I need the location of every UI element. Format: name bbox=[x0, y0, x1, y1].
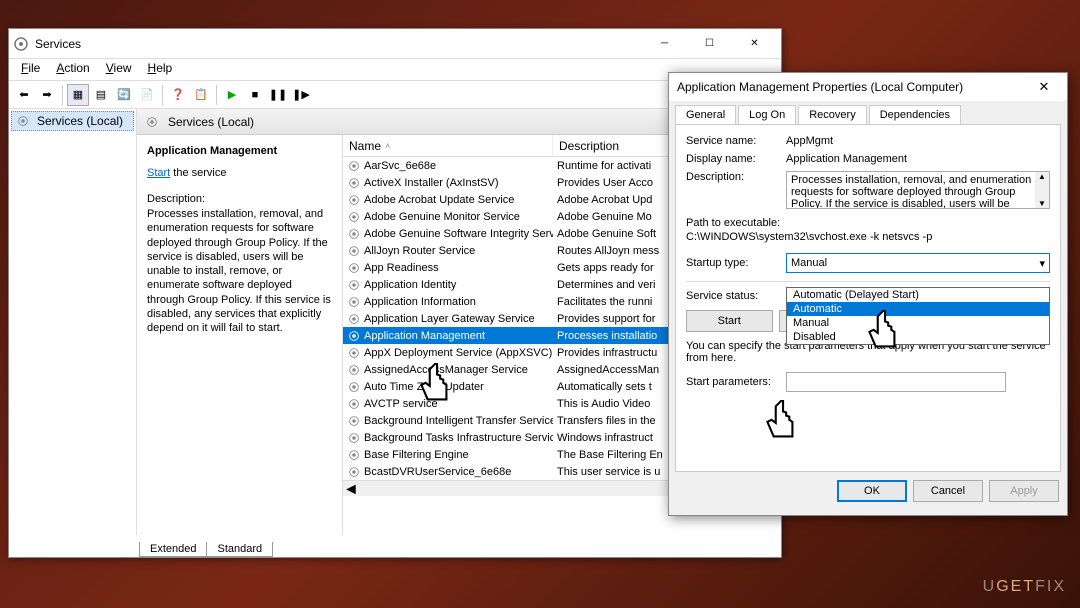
service-status-label: Service status: bbox=[686, 290, 786, 302]
tree-services-local[interactable]: Services (Local) bbox=[11, 111, 134, 131]
tree-pane: Services (Local) bbox=[9, 109, 137, 535]
maximize-button[interactable]: ☐ bbox=[687, 30, 732, 58]
menu-view[interactable]: View bbox=[98, 59, 140, 80]
tab-general[interactable]: General bbox=[675, 105, 736, 124]
bottom-tabs: Extended Standard bbox=[9, 535, 781, 557]
services-window: Services ─ ☐ ✕ File Action View Help ⬅ ➡… bbox=[8, 28, 782, 558]
toolbar: ⬅ ➡ ▦ ▤ 🔄 📄 ❓ 📋 ▶ ■ ❚❚ ❚▶ bbox=[9, 81, 781, 109]
menu-file[interactable]: File bbox=[13, 59, 48, 80]
start-link[interactable]: Start bbox=[147, 167, 170, 179]
tab-standard[interactable]: Standard bbox=[206, 542, 273, 557]
window-title: Services bbox=[35, 37, 642, 51]
dialog-title-bar[interactable]: Application Management Properties (Local… bbox=[669, 73, 1067, 101]
description-box[interactable]: Processes installation, removal, and enu… bbox=[786, 171, 1050, 209]
startup-type-label: Startup type: bbox=[686, 257, 786, 269]
desc-scrollbar[interactable]: ▲▼ bbox=[1035, 172, 1049, 208]
watermark: UGETFIX bbox=[983, 578, 1066, 596]
show-hide-tree-button[interactable]: ▦ bbox=[67, 84, 89, 106]
detail-pane: Application Management Start the service… bbox=[137, 135, 343, 535]
close-button[interactable]: ✕ bbox=[732, 30, 777, 58]
menu-action[interactable]: Action bbox=[48, 59, 97, 80]
back-button[interactable]: ⬅ bbox=[13, 84, 35, 106]
export-button[interactable]: 📄 bbox=[136, 84, 158, 106]
dialog-tabs: General Log On Recovery Dependencies bbox=[669, 101, 1067, 124]
dialog-close-button[interactable]: ✕ bbox=[1029, 79, 1059, 95]
detail-description: Processes installation, removal, and enu… bbox=[147, 207, 332, 336]
startup-type-select[interactable]: Manual▾ bbox=[786, 253, 1050, 273]
start-params-label: Start parameters: bbox=[686, 376, 786, 388]
column-name[interactable]: Name˄ bbox=[343, 135, 553, 156]
path-label: Path to executable: bbox=[686, 217, 1050, 229]
desc-label: Description: bbox=[147, 193, 332, 205]
start-params-input[interactable] bbox=[786, 372, 1006, 392]
option-auto-delayed[interactable]: Automatic (Delayed Start) bbox=[787, 288, 1049, 302]
tab-dependencies[interactable]: Dependencies bbox=[869, 105, 961, 124]
path-value: C:\WINDOWS\system32\svchost.exe -k netsv… bbox=[686, 231, 1050, 243]
startup-dropdown: Automatic (Delayed Start) Automatic Manu… bbox=[786, 287, 1050, 345]
option-automatic[interactable]: Automatic bbox=[787, 302, 1049, 316]
option-manual[interactable]: Manual bbox=[787, 316, 1049, 330]
menu-help[interactable]: Help bbox=[140, 59, 181, 80]
start-button[interactable]: Start bbox=[686, 310, 773, 332]
forward-button[interactable]: ➡ bbox=[36, 84, 58, 106]
refresh-button[interactable]: 🔄 bbox=[113, 84, 135, 106]
title-bar[interactable]: Services ─ ☐ ✕ bbox=[9, 29, 781, 59]
toolbar-properties-icon[interactable]: 📋 bbox=[190, 84, 212, 106]
dialog-title: Application Management Properties (Local… bbox=[677, 80, 1029, 94]
properties-button[interactable]: ▤ bbox=[90, 84, 112, 106]
stop-service-button[interactable]: ■ bbox=[244, 84, 266, 106]
dialog-body: Service name: AppMgmt Display name: Appl… bbox=[675, 124, 1061, 472]
apply-button[interactable]: Apply bbox=[989, 480, 1059, 502]
properties-dialog: Application Management Properties (Local… bbox=[668, 72, 1068, 516]
detail-heading: Application Management bbox=[147, 145, 332, 157]
display-name-value: Application Management bbox=[786, 153, 1050, 165]
menu-bar: File Action View Help bbox=[9, 59, 781, 81]
gear-icon bbox=[16, 114, 30, 128]
restart-service-button[interactable]: ❚▶ bbox=[290, 84, 312, 106]
tab-recovery[interactable]: Recovery bbox=[798, 105, 866, 124]
tab-extended[interactable]: Extended bbox=[139, 542, 207, 557]
gear-icon bbox=[145, 115, 159, 129]
service-name-value: AppMgmt bbox=[786, 135, 1050, 147]
help-button[interactable]: ❓ bbox=[167, 84, 189, 106]
option-disabled[interactable]: Disabled bbox=[787, 330, 1049, 344]
service-name-label: Service name: bbox=[686, 135, 786, 147]
minimize-button[interactable]: ─ bbox=[642, 30, 687, 58]
services-icon bbox=[13, 36, 29, 52]
pause-service-button[interactable]: ❚❚ bbox=[267, 84, 289, 106]
display-name-label: Display name: bbox=[686, 153, 786, 165]
tab-logon[interactable]: Log On bbox=[738, 105, 796, 124]
start-service-button[interactable]: ▶ bbox=[221, 84, 243, 106]
ok-button[interactable]: OK bbox=[837, 480, 907, 502]
cancel-button[interactable]: Cancel bbox=[913, 480, 983, 502]
description-label: Description: bbox=[686, 171, 786, 183]
